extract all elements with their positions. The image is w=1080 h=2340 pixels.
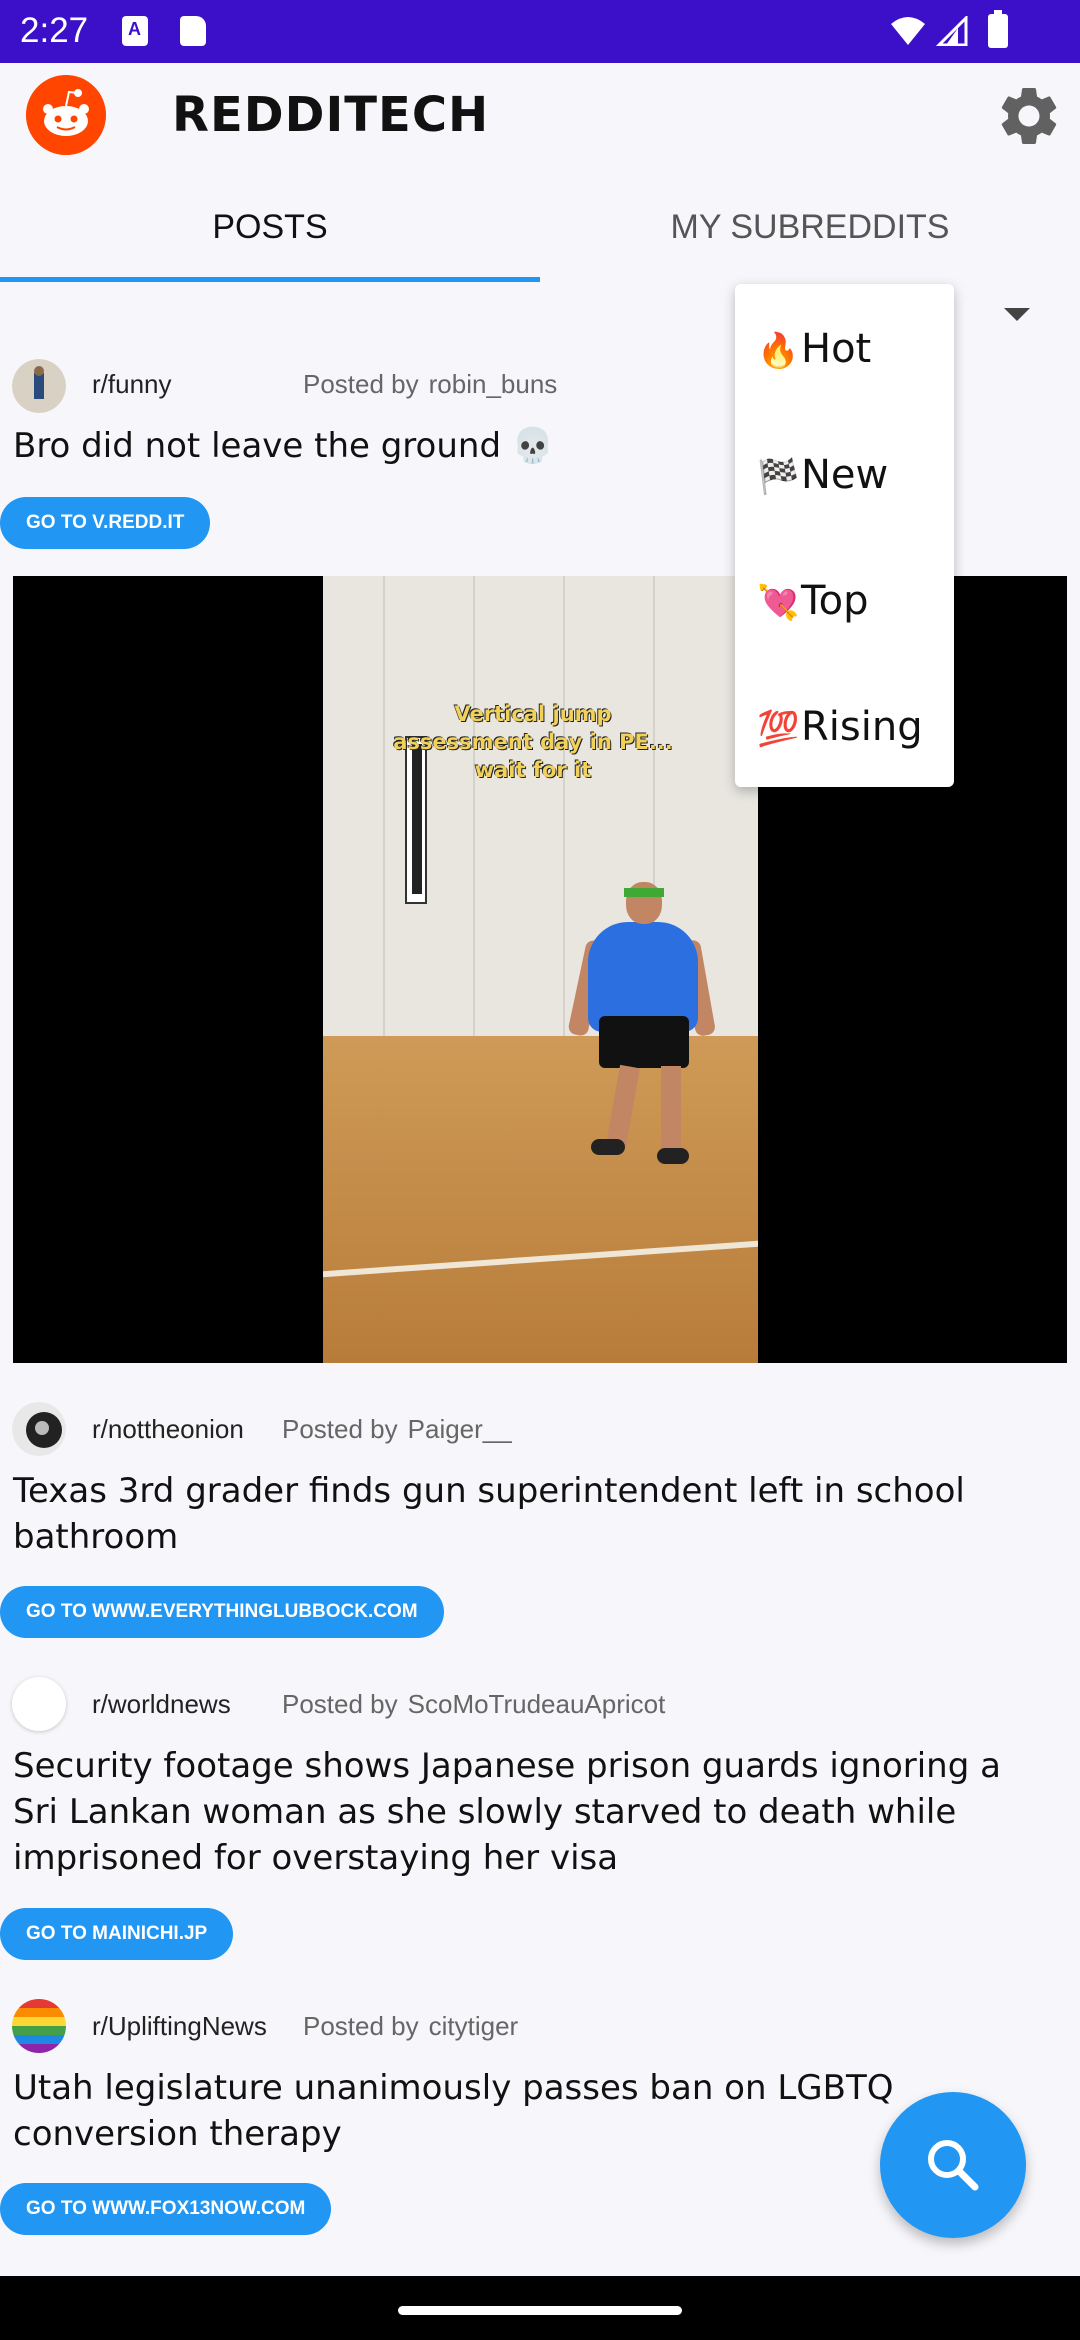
author-name[interactable]: robin_buns <box>429 369 558 399</box>
subreddit-avatar <box>12 1677 66 1731</box>
posted-by-label: Posted by <box>303 2011 419 2041</box>
subreddit-avatar <box>12 359 66 413</box>
subreddit-name[interactable]: r/worldnews <box>92 1689 231 1720</box>
person-headband <box>624 888 664 897</box>
posted-by: Posted by Paiger__ <box>282 1414 512 1445</box>
go-to-link-button[interactable]: GO TO WWW.EVERYTHINGLUBBOCK.COM <box>0 1586 444 1638</box>
posted-by-label: Posted by <box>282 1414 398 1444</box>
app-title: REDDITECH <box>172 87 490 143</box>
cell-signal-icon <box>936 16 968 46</box>
person-leg <box>661 1066 681 1150</box>
post-title[interactable]: Texas 3rd grader finds gun superintenden… <box>13 1468 1053 1560</box>
subreddit-name[interactable]: r/UpliftingNews <box>92 2011 267 2042</box>
go-to-link-button[interactable]: GO TO V.REDD.IT <box>0 497 211 549</box>
search-fab-button[interactable] <box>880 2092 1026 2238</box>
status-time: 2:27 <box>20 11 89 50</box>
video-caption: Vertical jump assessment day in PE... wa… <box>393 702 673 782</box>
person-shorts <box>599 1016 689 1068</box>
sort-item-top[interactable]: 💘Top <box>757 556 957 646</box>
heart-arrow-icon: 💘 <box>757 583 800 623</box>
status-bar: 2:27 <box>0 0 1080 63</box>
sd-card-icon <box>180 16 206 46</box>
subreddit-avatar <box>12 1999 66 2053</box>
posted-by: Posted by ScoMoTrudeauApricot <box>282 1689 665 1720</box>
posted-by: Posted by citytiger <box>303 2011 518 2042</box>
sort-item-rising[interactable]: 💯Rising <box>757 682 957 772</box>
fire-icon: 🔥 <box>757 331 800 371</box>
tab-bar: POSTS MY SUBREDDITS <box>0 183 1080 283</box>
sort-dropdown-arrow-icon[interactable] <box>1004 308 1030 321</box>
subreddit-name[interactable]: r/funny <box>92 369 172 400</box>
settings-gear-icon[interactable] <box>994 81 1064 151</box>
author-name[interactable]: citytiger <box>429 2011 519 2041</box>
search-icon <box>928 2140 979 2191</box>
author-name[interactable]: ScoMoTrudeauApricot <box>408 1689 666 1719</box>
posted-by: Posted by robin_buns <box>303 369 557 400</box>
wall-line <box>563 576 565 1056</box>
tab-indicator <box>0 277 540 282</box>
system-nav-bar <box>0 2276 1080 2340</box>
posted-by-label: Posted by <box>282 1689 398 1719</box>
tab-posts[interactable]: POSTS <box>0 183 540 283</box>
battery-icon <box>988 10 1008 48</box>
sort-menu: 🔥Hot 🏁New 💘Top 💯Rising <box>735 284 954 787</box>
posted-by-label: Posted by <box>303 369 419 399</box>
accessibility-notification-icon <box>122 16 148 46</box>
video-frame: Vertical jump assessment day in PE... wa… <box>323 576 758 1363</box>
hundred-points-icon: 💯 <box>757 709 800 749</box>
sort-item-hot[interactable]: 🔥Hot <box>757 304 957 394</box>
wall-line <box>473 576 475 1056</box>
tab-my-subreddits[interactable]: MY SUBREDDITS <box>540 183 1080 283</box>
go-to-link-button[interactable]: GO TO MAINICHI.JP <box>0 1908 234 1960</box>
subreddit-name[interactable]: r/nottheonion <box>92 1414 244 1445</box>
gym-floor <box>323 1036 758 1363</box>
post-title[interactable]: Security footage shows Japanese prison g… <box>13 1743 1053 1881</box>
wifi-icon <box>891 17 925 45</box>
sort-item-label: Top <box>801 578 869 624</box>
sort-item-new[interactable]: 🏁New <box>757 430 957 520</box>
subreddit-avatar <box>12 1402 66 1456</box>
sort-item-label: New <box>801 452 889 498</box>
sort-item-label: Rising <box>801 704 923 750</box>
home-gesture-handle[interactable] <box>398 2306 682 2315</box>
person-shoe <box>657 1148 689 1164</box>
wall-line <box>383 576 385 1056</box>
author-name[interactable]: Paiger__ <box>408 1414 512 1444</box>
app-bar: REDDITECH <box>0 63 1080 183</box>
person-shoe <box>591 1139 625 1155</box>
sort-item-label: Hot <box>801 326 872 372</box>
checkered-flag-icon: 🏁 <box>757 457 800 497</box>
reddit-logo-icon <box>26 75 106 155</box>
go-to-link-button[interactable]: GO TO WWW.FOX13NOW.COM <box>0 2183 332 2235</box>
